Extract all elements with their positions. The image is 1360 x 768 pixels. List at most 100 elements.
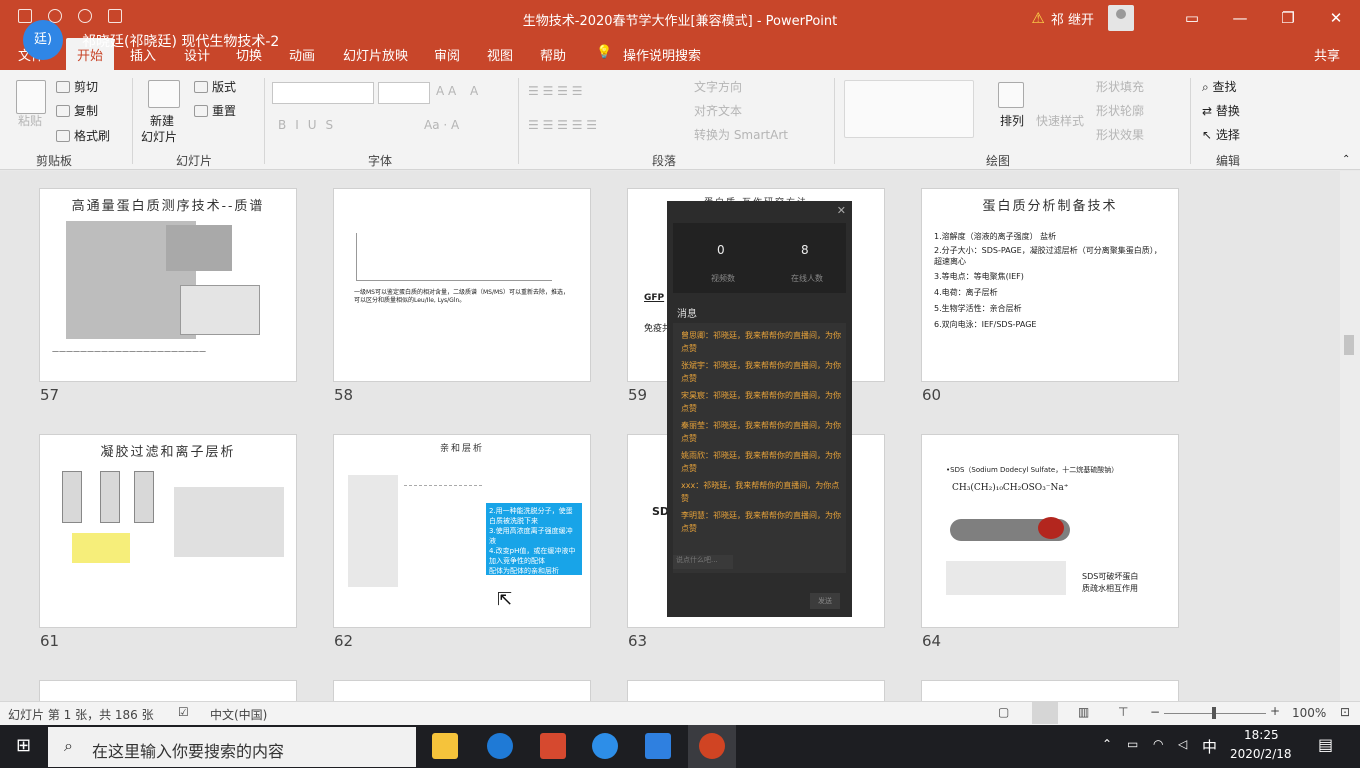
slide-thumbnail[interactable] [334, 681, 590, 701]
replace-icon: ⇄ [1202, 104, 1216, 118]
select-button[interactable]: ↖ 选择 [1202, 126, 1240, 143]
font-color-icon[interactable]: Aa · A [424, 118, 459, 132]
slide-thumbnail[interactable] [40, 681, 296, 701]
shapes-gallery[interactable] [844, 80, 974, 138]
cut-button[interactable]: 剪切 [56, 78, 98, 95]
store-icon[interactable] [645, 733, 671, 759]
edge-browser-icon[interactable] [487, 733, 513, 759]
battery-icon[interactable]: ▭ [1127, 737, 1138, 751]
app-icon[interactable] [540, 733, 566, 759]
collapse-ribbon-icon[interactable]: ⌃ [1342, 154, 1350, 165]
arrange-button[interactable]: 排列 [1000, 112, 1024, 129]
paste-button[interactable]: 粘贴 [18, 112, 42, 129]
reset-button[interactable]: 重置 [194, 102, 236, 119]
avatar[interactable] [1108, 5, 1134, 31]
close-icon[interactable]: ✕ [1312, 9, 1360, 27]
text-direction-button[interactable]: 文字方向 [694, 78, 742, 95]
normal-view-icon[interactable]: ▢ [998, 705, 1009, 719]
zoom-out-icon[interactable]: − [1150, 705, 1160, 719]
replace-button[interactable]: ⇄ 替换 [1202, 102, 1240, 119]
smartart-button[interactable]: 转换为 SmartArt [694, 126, 788, 143]
tab-slideshow[interactable]: 幻灯片放映 [343, 45, 408, 64]
align-icons[interactable]: ☰ ☰ ☰ ☰ ☰ [528, 118, 597, 132]
cursor-icon: ↖ [1202, 128, 1216, 142]
spellcheck-icon[interactable]: ☑ [178, 705, 189, 719]
new-slide-button[interactable]: 新建 [150, 112, 174, 129]
font-format-icons[interactable]: BIUS [278, 118, 342, 132]
copy-button[interactable]: 复制 [56, 102, 98, 119]
vertical-scrollbar[interactable] [1340, 171, 1360, 701]
zoom-level[interactable]: 100% [1292, 706, 1326, 720]
shape-outline-button[interactable]: 形状轮廓 [1096, 102, 1144, 119]
tab-help[interactable]: 帮助 [540, 45, 566, 64]
clock-date[interactable]: 2020/2/18 [1230, 747, 1292, 761]
paragraph-group-label: 段落 [652, 154, 677, 168]
send-button[interactable]: 发送 [810, 593, 840, 609]
new-slide-icon[interactable] [148, 80, 180, 108]
shape-fill-button[interactable]: 形状填充 [1096, 78, 1144, 95]
slide-number: 61 [40, 632, 60, 650]
clear-format-icon[interactable]: A [470, 84, 478, 98]
slide-thumbnail-60[interactable]: 蛋白质分析制备技术 1.溶解度（溶液的离子强度） 盐析 2.分子大小：SDS-P… [922, 189, 1178, 381]
notification-icon[interactable]: ▤ [1318, 735, 1333, 754]
reading-view-icon[interactable]: ▥ [1078, 705, 1089, 719]
list-item: xxx：祁晓廷，我来帮帮你的直播间，为你点赞 [681, 481, 840, 503]
zoom-in-icon[interactable]: + [1270, 704, 1280, 718]
find-button[interactable]: ⌕ 查找 [1202, 78, 1237, 95]
align-text-button[interactable]: 对齐文本 [694, 102, 742, 119]
slides-group-label: 幻灯片 [176, 154, 213, 168]
tab-review[interactable]: 审阅 [434, 45, 460, 64]
language-status[interactable]: 中文(中国) [210, 706, 267, 723]
slide-thumbnail-64[interactable]: •SDS（Sodium Dodecyl Sulfate，十二烷基硫酸钠） CH₃… [922, 435, 1178, 627]
stats-box: 0 视频数 8 在线人数 [673, 223, 846, 293]
feishu-icon[interactable] [592, 733, 618, 759]
meeting-host-avatar[interactable]: 廷) [23, 20, 63, 60]
slide-thumbnail-61[interactable]: 凝胶过滤和离子层析 [40, 435, 296, 627]
close-icon[interactable]: ✕ [837, 204, 846, 217]
scrollbar-thumb[interactable] [1344, 335, 1354, 355]
copy-icon [56, 105, 70, 117]
font-size-combo[interactable] [378, 82, 430, 104]
video-count: 0 [717, 243, 725, 257]
ribbon-display-icon[interactable]: ▭ [1168, 9, 1216, 27]
shape-effects-button[interactable]: 形状效果 [1096, 126, 1144, 143]
slide-sorter-view-icon[interactable] [1032, 702, 1058, 724]
quick-styles-button[interactable]: 快速样式 [1036, 112, 1084, 129]
windows-start-icon[interactable]: ⊞ [16, 735, 31, 756]
slide-thumbnail[interactable] [628, 681, 884, 701]
share-button[interactable]: 共享 [1314, 45, 1340, 64]
taskbar-search[interactable]: ⌕ 在这里输入你要搜索的内容 [48, 727, 416, 767]
ime-indicator[interactable]: 中 [1202, 736, 1217, 757]
slide-thumbnail-58[interactable]: 一级MS可以鉴定蛋白质的相对含量，二级质谱（MS/MS）可以重新去除，推选，可以… [334, 189, 590, 381]
user-name[interactable]: 祁 继开 [1051, 9, 1094, 28]
bullets-icon[interactable]: ☰ ☰ ☰ ☰ [528, 84, 582, 98]
info-box: 2.用一种能洗脱分子，使蛋白质被洗脱下来 3.使用高浓度离子强度缓冲液 4.改变… [486, 503, 582, 575]
powerpoint-taskbar-button[interactable] [688, 725, 736, 768]
minimize-icon[interactable]: — [1216, 9, 1264, 27]
font-name-combo[interactable] [272, 82, 374, 104]
paste-icon[interactable] [16, 80, 46, 114]
format-painter-button[interactable]: 格式刷 [56, 127, 110, 144]
arrange-icon[interactable] [998, 82, 1024, 108]
tab-animations[interactable]: 动画 [289, 45, 315, 64]
font-grow-icon[interactable]: A A [436, 84, 456, 98]
slide-thumbnail-62[interactable]: 亲和层析 2.用一种能洗脱分子，使蛋白质被洗脱下来 3.使用高浓度离子强度缓冲液… [334, 435, 590, 627]
message-input[interactable]: 说点什么吧... [673, 555, 733, 569]
fit-to-window-icon[interactable]: ⊡ [1340, 705, 1350, 719]
wifi-icon[interactable]: ◠ [1153, 737, 1163, 751]
slide-thumbnail-57[interactable]: 高通量蛋白质测序技术--质谱 —————————————————————— [40, 189, 296, 381]
tab-view[interactable]: 视图 [487, 45, 513, 64]
zoom-slider-thumb[interactable] [1212, 707, 1216, 719]
maximize-icon[interactable]: ❐ [1264, 9, 1312, 27]
chevron-up-icon[interactable]: ⌃ [1102, 737, 1112, 751]
warning-icon[interactable]: ⚠ [1031, 9, 1044, 27]
volume-icon[interactable]: ◁ [1178, 737, 1187, 751]
slide-thumbnail[interactable] [922, 681, 1178, 701]
message-list[interactable]: 曾思卿：祁晓廷，我来帮帮你的直播间，为你点赞 张斌宇：祁晓廷，我来帮帮你的直播间… [673, 323, 846, 573]
clock-time[interactable]: 18:25 [1244, 728, 1279, 742]
slideshow-view-icon[interactable]: ⊤ [1118, 705, 1128, 719]
file-explorer-icon[interactable] [432, 733, 458, 759]
layout-button[interactable]: 版式 [194, 78, 236, 95]
tell-me-search[interactable]: 操作说明搜索 [623, 45, 701, 64]
new-slide-label[interactable]: 幻灯片 [141, 128, 177, 145]
